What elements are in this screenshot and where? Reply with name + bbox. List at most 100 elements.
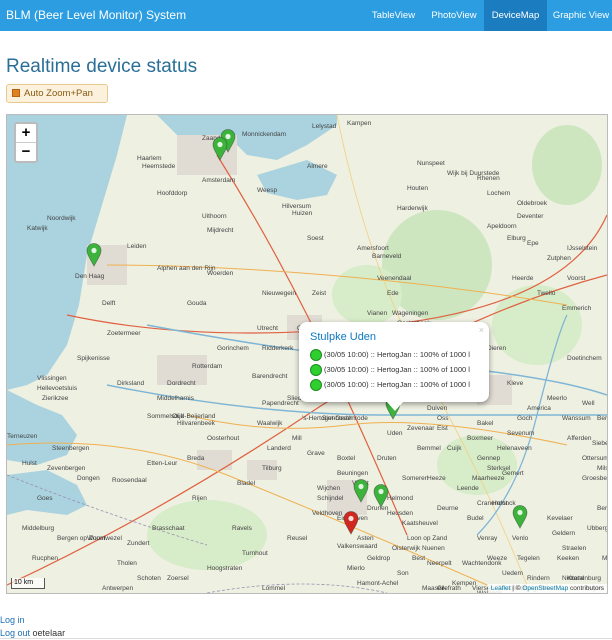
login-line: Log in xyxy=(0,615,25,625)
place-label: Houten xyxy=(407,185,428,192)
place-label: Zoersel xyxy=(167,575,189,582)
place-label: Straelen xyxy=(562,545,587,552)
logout-line: Log out oetelaar xyxy=(0,628,65,638)
place-label: Zundert xyxy=(127,540,150,547)
username: oetelaar xyxy=(32,628,66,638)
place-label: Heemstede xyxy=(142,163,176,170)
place-label: Oisterwijk xyxy=(392,545,421,552)
place-label: Helmond xyxy=(387,495,414,502)
place-label: Son xyxy=(397,570,409,577)
map-attribution: Leaflet | © OpenStreetMap contributors xyxy=(487,584,607,593)
nav-devicemap[interactable]: DeviceMap xyxy=(484,0,547,31)
map-marker-icon[interactable] xyxy=(353,479,369,503)
place-label: Gennep xyxy=(477,455,501,462)
place-label: Best xyxy=(412,555,426,562)
place-label: Voorst xyxy=(567,275,586,282)
device-map[interactable]: HaarlemAmsterdamZaandamMonnickendamAlmer… xyxy=(6,114,608,594)
zoom-out-button[interactable]: − xyxy=(16,142,36,161)
zoom-in-button[interactable]: + xyxy=(16,124,36,142)
place-label: Uden xyxy=(387,430,403,437)
place-label: Hoogstraten xyxy=(207,565,243,572)
leaflet-link[interactable]: Leaflet xyxy=(491,585,511,592)
place-label: Maarheeze xyxy=(472,475,505,482)
place-label: Bakel xyxy=(477,420,494,427)
place-label: Lelystad xyxy=(312,123,337,130)
place-label: America xyxy=(527,405,551,412)
map-marker-icon[interactable] xyxy=(212,137,228,161)
nav-tableview[interactable]: TableView xyxy=(365,0,422,31)
nav-photoview[interactable]: PhotoView xyxy=(424,0,484,31)
place-label: Haarlem xyxy=(137,155,162,162)
place-label: Epe xyxy=(527,240,539,247)
place-label: Brasschaat xyxy=(152,525,185,532)
place-label: Geldrop xyxy=(367,555,391,562)
navbar: BLM (Beer Level Monitor) System TableVie… xyxy=(0,0,612,31)
place-label: Gouda xyxy=(187,300,207,307)
place-label: Hilversum xyxy=(282,203,311,210)
place-label: Milsbeek xyxy=(597,465,608,472)
map-marker-icon[interactable] xyxy=(512,505,528,529)
map-marker-icon[interactable] xyxy=(86,243,102,267)
auto-zoom-toggle[interactable]: Auto Zoom+Pan xyxy=(6,84,108,103)
place-label: IJsselstein xyxy=(567,245,598,252)
place-label: Weesp xyxy=(257,187,278,194)
place-label: Middelburg xyxy=(22,525,55,532)
place-label: Roosendaal xyxy=(112,477,147,484)
place-label: Huizen xyxy=(292,210,313,217)
logout-link[interactable]: Log out xyxy=(0,628,30,638)
device-popup: × Stulpke Uden (30/05 10:00) :: HertogJa… xyxy=(299,322,489,411)
place-label: Beuningen xyxy=(337,470,369,477)
place-label: Heeze xyxy=(427,475,446,482)
place-label: Twello xyxy=(537,290,556,297)
place-label: Beesel xyxy=(607,555,608,562)
place-label: Reuver xyxy=(607,575,608,582)
place-label: Mijdrecht xyxy=(207,227,234,234)
place-label: Meerlo xyxy=(547,395,567,402)
place-label: Siebengewald xyxy=(592,440,607,447)
place-label: Breda xyxy=(187,455,205,462)
place-label: Budel xyxy=(467,515,484,522)
place-label: Venlo xyxy=(512,535,529,542)
attribution-sep: | © xyxy=(510,585,523,592)
place-label: Zyfflich xyxy=(607,585,608,592)
place-label: Emmerich xyxy=(562,305,592,312)
map-marker-icon[interactable] xyxy=(373,484,389,508)
place-label: Tilburg xyxy=(262,465,282,472)
place-label: Belfeld xyxy=(607,585,608,592)
place-label: Landerd xyxy=(267,445,291,452)
place-label: Asten xyxy=(357,535,374,542)
place-label: Elburg xyxy=(507,235,526,242)
place-label: Leiden xyxy=(127,243,147,250)
place-label: Maasbree xyxy=(607,435,608,442)
place-label: Wachtendonk xyxy=(462,560,502,567)
place-label: Hoofddorp xyxy=(157,190,188,197)
place-label: Valkenswaard xyxy=(337,543,378,550)
place-label: Heerde xyxy=(512,275,534,282)
popup-row: (30/05 10:00) :: HertogJan :: 100% of 10… xyxy=(310,348,470,362)
place-label: Baarlo xyxy=(607,415,608,422)
place-label: Lommel xyxy=(262,585,286,592)
place-label: Zevenaar xyxy=(407,425,435,432)
close-icon[interactable]: × xyxy=(479,325,484,335)
map-marker-icon[interactable] xyxy=(343,511,359,535)
place-label: Heusden xyxy=(387,510,414,517)
place-label: Noordwijk xyxy=(47,215,76,222)
place-label: Boxmeer xyxy=(467,435,494,442)
login-link[interactable]: Log in xyxy=(0,615,25,625)
place-label: Ottersum xyxy=(582,455,608,462)
divider xyxy=(0,638,612,639)
checkbox-icon[interactable] xyxy=(12,89,20,97)
place-label: Geldern xyxy=(552,530,576,537)
place-label: Amersfoort xyxy=(357,245,389,252)
place-label: Ridderkerk xyxy=(262,345,294,352)
place-label: Wageningen xyxy=(392,310,429,317)
place-label: Hilvarenbeek xyxy=(177,420,215,427)
nav-graphic-view[interactable]: Graphic View xyxy=(550,0,612,31)
place-label: Tegelen xyxy=(517,555,540,562)
brand[interactable]: BLM (Beer Level Monitor) System xyxy=(6,8,186,22)
place-label: Goes xyxy=(37,495,53,502)
place-label: Wijchen xyxy=(317,485,341,492)
place-label: Kaatsheuvel xyxy=(402,520,438,527)
place-label: Reusel xyxy=(287,535,308,542)
osm-link[interactable]: OpenStreetMap xyxy=(522,585,568,592)
